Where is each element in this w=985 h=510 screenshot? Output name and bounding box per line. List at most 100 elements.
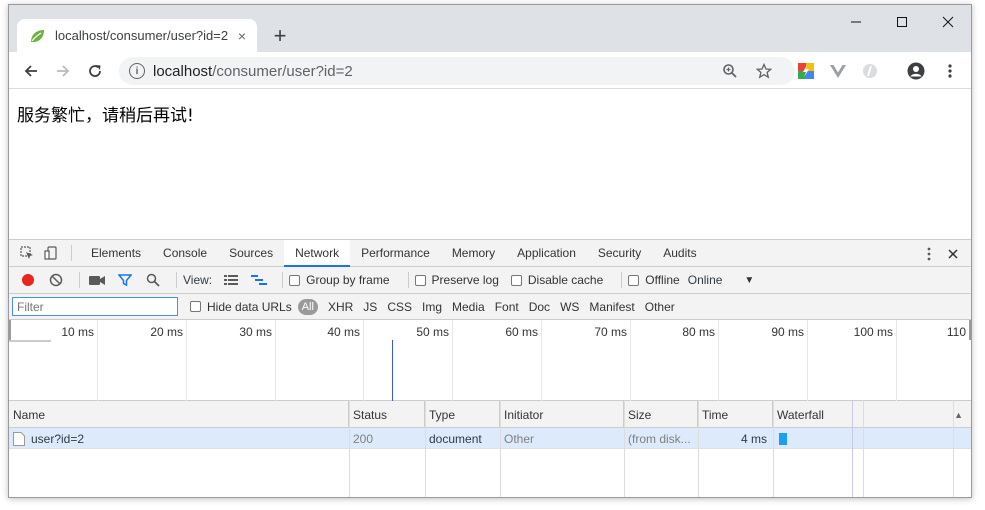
filter-font-button[interactable]: Font [491,300,523,314]
column-name-header[interactable]: Name [9,401,349,428]
minimize-button[interactable] [833,11,879,33]
toolbar-separator [407,272,409,288]
close-window-button[interactable] [925,11,971,33]
timeline-tick: 50 ms [363,320,452,401]
toolbar-separator [79,272,80,288]
back-button[interactable] [18,58,44,84]
toolbar-separator [621,272,623,288]
devtools-close-icon[interactable] [941,248,965,259]
large-rows-icon[interactable] [220,269,242,291]
network-overview-timeline[interactable]: 10 ms 20 ms 30 ms 40 ms 50 ms 60 ms 70 m… [9,320,971,401]
preserve-log-checkbox[interactable]: Preserve log [414,273,499,287]
tab-memory[interactable]: Memory [441,240,506,266]
column-initiator-header[interactable]: Initiator [500,401,624,428]
filter-all-button[interactable]: All [297,298,318,315]
device-toolbar-icon[interactable] [39,240,63,266]
zoom-icon[interactable] [721,62,739,80]
tab-audits[interactable]: Audits [652,240,707,266]
tab-performance[interactable]: Performance [350,240,441,266]
checkbox-box[interactable] [628,274,640,286]
menu-kebab-icon[interactable] [941,62,959,80]
request-table-header: Name Status Type Initiator Size Time Wat… [9,401,971,428]
tick-label: 80 ms [682,325,715,339]
column-size-header[interactable]: Size [624,401,698,428]
offline-checkbox[interactable]: Offline [628,273,680,287]
filter-img-button[interactable]: Img [418,300,446,314]
checkbox-box[interactable] [414,274,426,286]
filter-css-button[interactable]: CSS [383,300,416,314]
tick-label: 30 ms [239,325,272,339]
column-time-header[interactable]: Time [698,401,773,428]
screenshot-camera-icon[interactable] [86,269,108,291]
request-name-cell[interactable]: user?id=2 [9,428,349,449]
site-info-icon[interactable]: i [129,63,145,79]
offline-label: Offline [645,273,680,287]
dropdown-arrow-icon: ▼ [744,274,755,286]
search-icon[interactable] [142,269,164,291]
timeline-tick: 10 ms [9,320,97,401]
tab-elements[interactable]: Elements [80,240,152,266]
tab-network[interactable]: Network [284,240,351,267]
tab-close-icon[interactable]: × [231,25,253,47]
column-type-header[interactable]: Type [425,401,500,428]
column-waterfall-header[interactable]: Waterfall ▲ [773,401,971,428]
filter-media-button[interactable]: Media [448,300,489,314]
tab-sources[interactable]: Sources [218,240,284,266]
overview-right-handle[interactable] [969,320,971,340]
filter-funnel-icon[interactable] [114,269,136,291]
throttling-select[interactable]: Online ▼ [688,273,755,287]
extension-color-icon[interactable] [797,62,815,80]
error-message: 服务繁忙，请稍后再试! [17,106,194,126]
maximize-button[interactable] [879,11,925,33]
filter-other-button[interactable]: Other [641,300,679,314]
group-by-frame-label: Group by frame [306,273,390,287]
view-label: View: [183,273,213,287]
checkbox-box[interactable] [289,274,301,286]
overview-left-handle[interactable] [9,320,11,340]
tab-strip: localhost/consumer/user?id=2 × + [9,5,971,52]
extension-grey-icon[interactable] [861,62,879,80]
reload-button[interactable] [82,58,108,84]
forward-button[interactable] [50,58,76,84]
filter-js-button[interactable]: JS [359,300,381,314]
inspect-element-icon[interactable] [15,240,39,266]
document-file-icon [13,431,25,446]
new-tab-button[interactable]: + [267,23,293,49]
timeline-tick: 70 ms [541,320,630,401]
tab-console[interactable]: Console [152,240,218,266]
timeline-tick: 80 ms [630,320,718,401]
column-status-header[interactable]: Status [349,401,425,428]
checkbox-box[interactable] [510,274,522,286]
column-divider [698,400,699,497]
waterfall-view-icon[interactable] [248,269,270,291]
checkbox-box[interactable] [190,301,201,312]
request-name: user?id=2 [31,431,85,446]
filter-ws-button[interactable]: WS [556,300,583,314]
bookmark-star-icon[interactable] [755,62,773,80]
initiator-cell: Other [504,431,535,446]
tick-label: 20 ms [150,325,183,339]
disable-cache-label: Disable cache [527,273,604,287]
profile-avatar-icon[interactable] [907,62,925,80]
tick-label: 50 ms [416,325,449,339]
clear-icon[interactable] [45,269,67,291]
devtools-tab-bar: Elements Console Sources Network Perform… [9,240,971,267]
address-bar[interactable]: i localhost/consumer/user?id=2 [119,57,795,85]
timeline-tick: 90 ms [718,320,807,401]
waterfall-grid-line [863,400,864,497]
tab-separator [71,245,72,261]
disable-cache-checkbox[interactable]: Disable cache [510,273,604,287]
tab-application[interactable]: Application [506,240,587,266]
tab-security[interactable]: Security [587,240,652,266]
filter-input[interactable] [12,297,178,316]
filter-manifest-button[interactable]: Manifest [585,300,638,314]
devtools-menu-icon[interactable] [917,247,941,261]
filter-doc-button[interactable]: Doc [525,300,554,314]
group-by-frame-checkbox[interactable]: Group by frame [289,273,390,287]
hide-data-urls-checkbox[interactable]: Hide data URLs [190,300,292,314]
vue-devtools-icon[interactable] [829,62,847,80]
filter-xhr-button[interactable]: XHR [324,300,357,314]
table-row[interactable]: user?id=2 200 document Other (from disk.… [9,428,971,449]
browser-tab[interactable]: localhost/consumer/user?id=2 × [17,19,257,52]
record-icon[interactable] [17,269,39,291]
